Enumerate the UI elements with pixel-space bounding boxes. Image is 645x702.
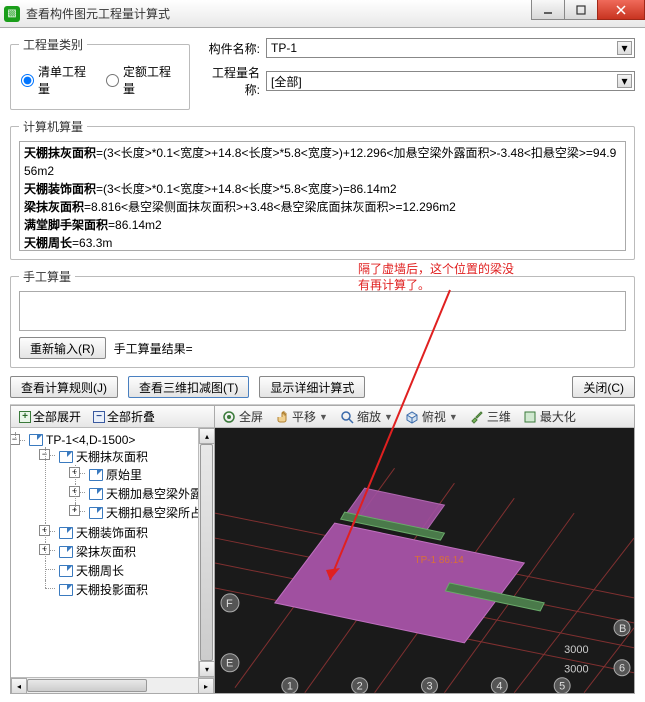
computer-calc-group: 计算机算量 天棚抹灰面积=(3<长度>*0.1<宽度>+14.8<长度>*5.8… [10,118,635,260]
svg-text:B: B [619,623,626,635]
svg-text:1: 1 [287,681,293,693]
page-icon [59,527,73,539]
svg-text:3000: 3000 [564,644,588,656]
plus-icon: + [19,411,31,423]
hand-icon [275,410,289,424]
view-rule-button[interactable]: 查看计算规则(J) [10,376,118,398]
page-icon [89,507,103,519]
svg-text:F: F [226,598,233,610]
3d-button[interactable]: 三维 [467,407,514,426]
svg-text:2: 2 [357,681,363,693]
maximize-icon [523,410,537,424]
component-name-combo[interactable]: TP-1 ▾ [266,38,635,58]
scroll-right-button[interactable]: ▸ [198,678,214,694]
show-detail-button[interactable]: 显示详细计算式 [259,376,365,398]
page-icon [29,434,43,446]
minus-icon: − [93,411,105,423]
calc-line: 天棚装饰面积=(3<长度>*0.1<宽度>+14.8<长度>*5.8<宽度>)=… [24,180,621,198]
scroll-up-button[interactable]: ▴ [199,428,214,444]
tree-toggle[interactable]: + [39,525,50,536]
quantity-type-legend: 工程量类别 [19,36,87,53]
tree-scrollbar-v[interactable]: ▴ ▾ [198,428,214,677]
view-3d-deduct-button[interactable]: 查看三维扣减图(T) [128,376,249,398]
magnifier-icon [340,410,354,424]
calc-line: 天棚周长=63.3m [24,234,621,251]
svg-text:E: E [226,658,233,670]
close-window-button[interactable] [597,0,645,20]
minimize-button[interactable] [531,0,565,20]
tree-toggle[interactable]: + [69,467,80,478]
scroll-left-button[interactable]: ◂ [11,678,27,694]
page-icon [59,451,73,463]
page-icon [59,584,73,596]
collapse-all-button[interactable]: −全部折叠 [89,407,159,426]
computer-calc-legend: 计算机算量 [19,118,87,135]
manual-calc-group: 手工算量 重新输入(R) 手工算量结果= [10,268,635,368]
tree-node[interactable]: 天棚周长 [76,564,124,578]
tree-toggle[interactable]: − [39,449,50,460]
orbit-button[interactable]: 俯视▼ [402,407,461,426]
fullscreen-icon [222,410,236,424]
maximize-button[interactable]: 最大化 [520,407,579,426]
radio-quota-qty[interactable]: 定额工程量 [106,63,179,97]
svg-text:TP-1 86.14: TP-1 86.14 [415,555,465,566]
manual-result-label: 手工算量结果= [114,340,193,357]
page-icon [89,488,103,500]
3d-viewport[interactable]: TP-1 86.14 F E 1 2 3 4 B 6 5 3000 3000 [215,428,634,693]
chevron-down-icon: ▼ [384,412,393,422]
quantity-type-group: 工程量类别 清单工程量 定额工程量 [10,36,190,110]
page-icon [89,469,103,481]
tree-node[interactable]: 梁抹灰面积 [76,545,136,559]
manual-input-box[interactable] [19,291,626,331]
pan-button[interactable]: 平移▼ [272,407,331,426]
deduction-tree[interactable]: −TP-1<4,D-1500> −天棚抹灰面积 +原始里 +天棚加悬空梁外露面 … [11,428,198,677]
cube-icon [405,410,419,424]
tree-node[interactable]: 天棚扣悬空梁所占面 [106,506,198,520]
chevron-down-icon: ▼ [449,412,458,422]
scroll-down-button[interactable]: ▾ [199,661,214,677]
svg-text:6: 6 [619,663,625,675]
svg-text:5: 5 [559,681,565,693]
tree-toggle[interactable]: − [11,434,20,445]
svg-text:3000: 3000 [564,664,588,676]
chevron-down-icon: ▼ [319,412,328,422]
quantity-name-combo[interactable]: [全部] ▾ [266,71,635,91]
tree-toggle[interactable]: + [69,486,80,497]
3d-scene: TP-1 86.14 F E 1 2 3 4 B 6 5 3000 3000 [215,428,634,693]
calc-line: 天棚抹灰面积=(3<长度>*0.1<宽度>+14.8<长度>*5.8<宽度>)+… [24,144,621,180]
radio-list-qty[interactable]: 清单工程量 [21,63,94,97]
quantity-name-label: 工程量名称: [200,64,260,98]
zoom-button[interactable]: 缩放▼ [337,407,396,426]
calc-line: 满堂脚手架面积=86.14m2 [24,216,621,234]
calc-line: 梁抹灰面积=8.816<悬空梁侧面抹灰面积>+3.48<悬空梁底面抹灰面积>=1… [24,198,621,216]
tree-root[interactable]: TP-1<4,D-1500> [46,433,135,447]
manual-calc-legend: 手工算量 [19,268,75,285]
tree-toggle[interactable]: + [69,505,80,516]
reenter-button[interactable]: 重新输入(R) [19,337,106,359]
tree-toggle[interactable]: + [39,544,50,555]
maximize-button[interactable] [564,0,598,20]
tree-node[interactable]: 天棚抹灰面积 [76,450,148,464]
close-button[interactable]: 关闭(C) [572,376,635,398]
page-icon [59,546,73,558]
app-icon: ▧ [4,6,20,22]
tree-scrollbar-h[interactable]: ◂ ▸ [11,677,214,693]
tree-node[interactable]: 原始里 [106,468,142,482]
svg-text:4: 4 [496,681,502,693]
calc-formula-box[interactable]: 天棚抹灰面积=(3<长度>*0.1<宽度>+14.8<长度>*5.8<宽度>)+… [19,141,626,251]
expand-all-button[interactable]: +全部展开 [15,407,85,426]
tree-node[interactable]: 天棚投影面积 [76,583,148,597]
chevron-down-icon[interactable]: ▾ [617,74,632,88]
chevron-down-icon[interactable]: ▾ [617,41,632,55]
page-icon [59,565,73,577]
tree-node[interactable]: 天棚装饰面积 [76,526,148,540]
brush-icon [470,410,484,424]
fullscreen-button[interactable]: 全屏 [219,407,266,426]
component-name-label: 构件名称: [200,40,260,57]
tree-node[interactable]: 天棚加悬空梁外露面 [106,487,198,501]
svg-text:3: 3 [426,681,432,693]
